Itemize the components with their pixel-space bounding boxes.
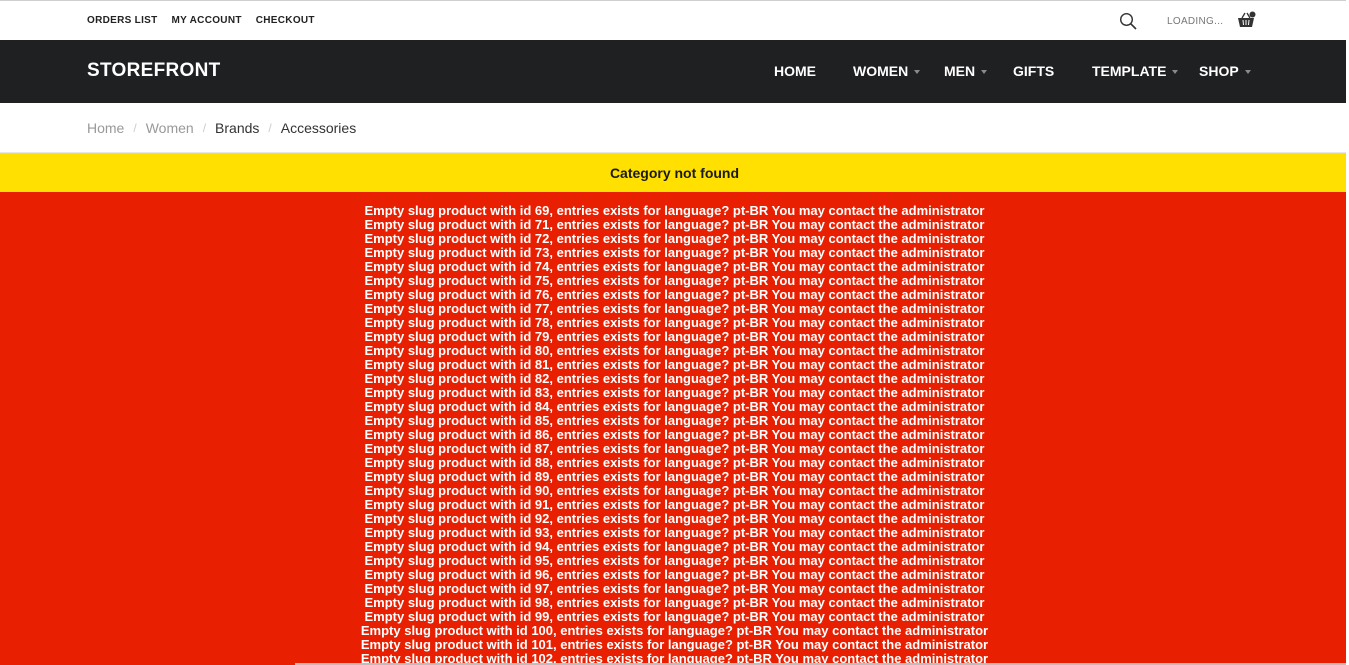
- error-message: Empty slug product with id 96, entries e…: [364, 567, 985, 582]
- caret-down-icon: [1244, 69, 1251, 74]
- error-message: Empty slug product with id 73, entries e…: [364, 245, 985, 260]
- breadcrumb-women[interactable]: Women: [146, 120, 194, 136]
- search-icon[interactable]: [1119, 12, 1137, 30]
- main-navbar: STOREFRONT HOME WOMEN MEN GIFTS TEMPLATE…: [0, 40, 1349, 103]
- error-message: Empty slug product with id 86, entries e…: [364, 427, 985, 442]
- breadcrumb-separator: /: [133, 121, 137, 135]
- breadcrumb-separator: /: [268, 121, 272, 135]
- checkout-link[interactable]: CHECKOUT: [256, 15, 315, 26]
- nav-men-label: MEN: [944, 63, 976, 79]
- error-message: Empty slug product with id 88, entries e…: [364, 455, 985, 470]
- error-message: Empty slug product with id 74, entries e…: [364, 259, 985, 274]
- error-message: Empty slug product with id 69, entries e…: [364, 203, 985, 218]
- nav-women[interactable]: WOMEN: [853, 63, 921, 79]
- error-message: Empty slug product with id 77, entries e…: [364, 301, 985, 316]
- caret-down-icon: [914, 69, 921, 74]
- nav-gifts[interactable]: GIFTS: [1013, 63, 1054, 79]
- breadcrumb: Home / Women / Brands / Accessories: [0, 103, 1349, 153]
- nav-home-label: HOME: [774, 63, 816, 79]
- caret-down-icon: [981, 69, 988, 74]
- cart-basket-icon[interactable]: [1237, 11, 1257, 29]
- caret-down-icon: [1172, 69, 1179, 74]
- orders-list-link[interactable]: ORDERS LIST: [87, 15, 158, 26]
- nav-gifts-label: GIFTS: [1013, 63, 1055, 79]
- error-message: Empty slug product with id 89, entries e…: [364, 469, 985, 484]
- error-message: Empty slug product with id 87, entries e…: [364, 441, 985, 456]
- error-message: Empty slug product with id 80, entries e…: [364, 343, 985, 358]
- error-message: Empty slug product with id 91, entries e…: [364, 497, 985, 512]
- error-alert: Empty slug product with id 69, entries e…: [0, 192, 1349, 665]
- error-message: Empty slug product with id 71, entries e…: [364, 217, 985, 232]
- top-links: ORDERS LIST MY ACCOUNT CHECKOUT: [87, 15, 315, 26]
- breadcrumb-trail: Home / Women / Brands / Accessories: [87, 120, 356, 136]
- page: ORDERS LIST MY ACCOUNT CHECKOUT LOADING.…: [0, 0, 1349, 665]
- error-message: Empty slug product with id 93, entries e…: [364, 525, 985, 540]
- nav-home[interactable]: HOME: [774, 63, 816, 79]
- error-message: Empty slug product with id 75, entries e…: [364, 273, 985, 288]
- nav-men[interactable]: MEN: [944, 63, 988, 79]
- nav-shop[interactable]: SHOP: [1199, 63, 1251, 79]
- error-message: Empty slug product with id 78, entries e…: [364, 315, 985, 330]
- error-message: Empty slug product with id 79, entries e…: [364, 329, 985, 344]
- error-message: Empty slug product with id 100, entries …: [360, 623, 989, 638]
- breadcrumb-home[interactable]: Home: [87, 120, 124, 136]
- nav-women-label: WOMEN: [853, 63, 909, 79]
- error-message: Empty slug product with id 99, entries e…: [364, 609, 985, 624]
- error-message: Empty slug product with id 82, entries e…: [364, 371, 985, 386]
- error-message: Empty slug product with id 92, entries e…: [364, 511, 985, 526]
- error-message: Empty slug product with id 81, entries e…: [364, 357, 985, 372]
- brand-logo[interactable]: STOREFRONT: [87, 60, 221, 82]
- error-message: Empty slug product with id 76, entries e…: [364, 287, 985, 302]
- error-message: Empty slug product with id 98, entries e…: [364, 595, 985, 610]
- error-message: Empty slug product with id 85, entries e…: [364, 413, 985, 428]
- breadcrumb-separator: /: [202, 121, 207, 135]
- error-message: Empty slug product with id 72, entries e…: [364, 231, 985, 246]
- nav-shop-label: SHOP: [1199, 63, 1239, 79]
- cart-loading-text: LOADING...: [1167, 16, 1224, 27]
- warning-alert-text: Category not found: [609, 164, 740, 181]
- error-message: Empty slug product with id 95, entries e…: [364, 553, 985, 568]
- error-message: Empty slug product with id 101, entries …: [360, 637, 989, 652]
- top-bar: ORDERS LIST MY ACCOUNT CHECKOUT LOADING.…: [0, 0, 1349, 40]
- error-message: Empty slug product with id 83, entries e…: [364, 385, 985, 400]
- my-account-link[interactable]: MY ACCOUNT: [172, 15, 242, 26]
- breadcrumb-brands[interactable]: Brands: [215, 120, 259, 136]
- error-message: Empty slug product with id 90, entries e…: [364, 483, 985, 498]
- error-message: Empty slug product with id 97, entries e…: [364, 581, 985, 596]
- warning-alert: Category not found: [0, 153, 1349, 192]
- breadcrumb-accessories: Accessories: [280, 120, 357, 136]
- nav-template-label: TEMPLATE: [1092, 63, 1167, 79]
- error-message: Empty slug product with id 84, entries e…: [364, 399, 985, 414]
- error-message: Empty slug product with id 94, entries e…: [364, 539, 985, 554]
- nav-template[interactable]: TEMPLATE: [1092, 63, 1179, 79]
